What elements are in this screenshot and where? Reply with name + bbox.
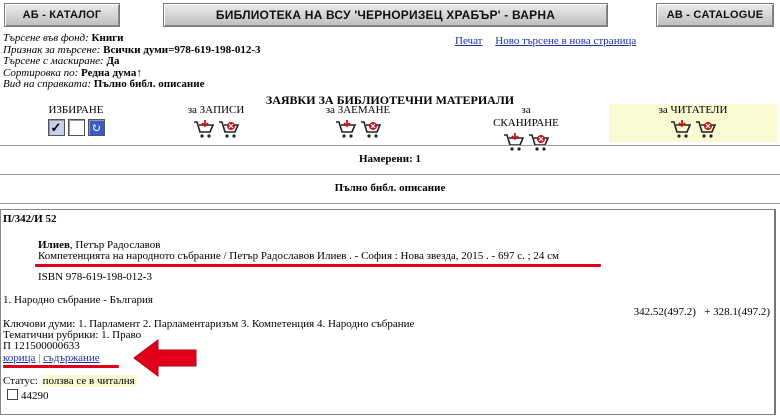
readers-label: за ЧИТАТЕЛИ [658, 104, 728, 116]
catalog-bg-button[interactable]: АБ - КАТАЛОГ [4, 3, 120, 27]
red-underline-annotation [3, 365, 119, 368]
divider [0, 203, 780, 204]
record-links: корица | съдържание [3, 352, 100, 364]
deselect-checkbox-icon[interactable] [67, 119, 85, 136]
top-links: Печат Ново търсене в нова страница [455, 35, 646, 47]
status: Статус: ползва се в читалня [3, 375, 137, 387]
divider [0, 145, 780, 146]
remove-from-cart-icon[interactable] [360, 119, 382, 139]
loans-label: за ЗАЕМАНЕ [325, 104, 391, 116]
remove-from-cart-icon[interactable] [528, 132, 550, 152]
scan-label: за СКАНИРАНЕ [493, 104, 559, 129]
add-to-cart-icon[interactable] [670, 119, 692, 139]
selection-label: ИЗБИРАНЕ [48, 104, 104, 116]
remove-from-cart-icon[interactable] [218, 119, 240, 139]
add-to-cart-icon[interactable] [503, 132, 525, 152]
udc-classification: 342.52(497.2) + 328.1(497.2) [633, 306, 770, 318]
catalog-en-button[interactable]: АВ - CATALOGUE [656, 3, 774, 27]
record-card: П/342/И 52 Илиев, Петър Радославов Компе… [0, 209, 776, 415]
inventory-number: П 121500000633 [3, 340, 80, 352]
contents-link[interactable]: съдържание [43, 352, 100, 364]
divider [0, 174, 780, 175]
title-statement: Компетенцията на народното събрание / Пе… [38, 250, 559, 262]
isbn: ISBN 978-619-198-012-3 [38, 271, 152, 283]
add-to-cart-icon[interactable] [335, 119, 357, 139]
records-group: за ЗАПИСИ [186, 104, 246, 139]
new-search-link[interactable]: Ново търсене в нова страница [495, 35, 636, 47]
copy-row: 44290 [7, 389, 49, 402]
red-underline-annotation [35, 264, 601, 267]
status-value: ползва се в читалня [40, 375, 137, 387]
select-all-checkbox-icon[interactable]: ✓ [47, 119, 65, 136]
results-count: Намерени: 1 [358, 153, 422, 165]
loans-group: за ЗАЕМАНЕ [323, 104, 393, 139]
refresh-icon[interactable]: ↻ [87, 119, 105, 136]
add-to-cart-icon[interactable] [193, 119, 215, 139]
selection-group: ИЗБИРАНЕ ✓ ↻ [42, 104, 110, 136]
cover-link[interactable]: корица [3, 352, 35, 364]
meta-report-type: Вид на справката: Пълно библ. описание [3, 78, 205, 91]
readers-group: за ЧИТАТЕЛИ [609, 104, 777, 142]
search-parameters: Търсене във фонд: Книги Признак за търсе… [3, 32, 261, 91]
link-separator: | [38, 352, 41, 364]
shelfmark: П/342/И 52 [3, 213, 57, 225]
library-banner: БИБЛИОТЕКА НА ВСУ 'ЧЕРНОРИЗЕЦ ХРАБЪР' - … [163, 3, 608, 27]
remove-from-cart-icon[interactable] [695, 119, 717, 139]
copy-checkbox[interactable] [7, 389, 18, 400]
red-arrow-annotation [133, 339, 197, 377]
subject-heading: 1. Народно събрание - България [3, 294, 153, 306]
print-link[interactable]: Печат [455, 35, 483, 47]
report-type-heading: Пълно библ. описание [334, 182, 446, 194]
records-label: за ЗАПИСИ [187, 104, 245, 116]
